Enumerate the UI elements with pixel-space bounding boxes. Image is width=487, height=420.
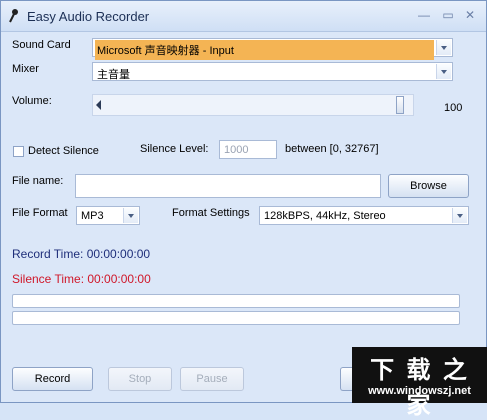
volume-track[interactable] — [92, 94, 414, 116]
format-settings-value: 128kBPS, 44kHz, Stereo — [264, 210, 386, 222]
level-meter-left — [12, 294, 460, 308]
record-button[interactable]: Record — [12, 367, 93, 391]
silence-level-label: Silence Level: — [140, 143, 209, 155]
mixer-label: Mixer — [12, 63, 39, 75]
mixer-value: 主音量 — [97, 69, 130, 81]
file-format-label: File Format — [12, 207, 68, 219]
level-meter-right — [12, 311, 460, 325]
chevron-down-icon[interactable] — [436, 64, 451, 79]
record-time-text: Record Time: 00:00:00:00 — [12, 247, 151, 261]
microphone-icon — [9, 9, 18, 23]
volume-thumb[interactable] — [396, 96, 404, 114]
sound-card-select[interactable]: Microsoft 声音映射器 - Input — [92, 38, 453, 60]
silence-time-text: Silence Time: 00:00:00:00 — [12, 272, 151, 286]
app-window: Easy Audio Recorder — ▭ ✕ Sound Card Mic… — [0, 0, 487, 403]
volume-label: Volume: — [12, 95, 52, 107]
sound-card-label: Sound Card — [12, 39, 71, 51]
detect-silence-label: Detect Silence — [28, 145, 99, 157]
sound-card-value: Microsoft 声音映射器 - Input — [95, 40, 434, 60]
maximize-icon[interactable]: ▭ — [439, 7, 457, 23]
silence-level-value: 1000 — [224, 144, 249, 156]
silence-level-input[interactable]: 1000 — [219, 140, 277, 159]
browse-button[interactable]: Browse — [388, 174, 469, 198]
file-format-select[interactable]: MP3 — [76, 206, 140, 225]
watermark-logo: 下 载 之 家 www.windowszj.net — [352, 347, 487, 419]
mixer-select[interactable]: 主音量 — [92, 62, 453, 81]
file-name-input[interactable] — [75, 174, 381, 198]
title-bar: Easy Audio Recorder — ▭ ✕ — [1, 1, 486, 32]
close-icon[interactable]: ✕ — [461, 7, 479, 23]
chevron-down-icon[interactable] — [452, 208, 467, 223]
volume-slider[interactable] — [92, 94, 414, 116]
minimize-icon[interactable]: — — [415, 7, 433, 23]
detect-silence-checkbox[interactable] — [13, 146, 24, 157]
format-settings-select[interactable]: 128kBPS, 44kHz, Stereo — [259, 206, 469, 225]
file-format-value: MP3 — [81, 210, 104, 222]
window-title: Easy Audio Recorder — [27, 9, 150, 24]
chevron-down-icon[interactable] — [436, 40, 451, 55]
chevron-down-icon[interactable] — [123, 208, 138, 223]
volume-value: 100 — [444, 102, 463, 114]
watermark-url: www.windowszj.net — [368, 385, 471, 397]
file-name-label: File name: — [12, 175, 64, 187]
format-settings-label: Format Settings — [172, 207, 250, 219]
silence-range-text: between [0, 32767] — [285, 143, 379, 155]
pause-button[interactable]: Pause — [180, 367, 244, 391]
arrow-left-icon[interactable] — [96, 100, 101, 110]
stop-button[interactable]: Stop — [108, 367, 172, 391]
